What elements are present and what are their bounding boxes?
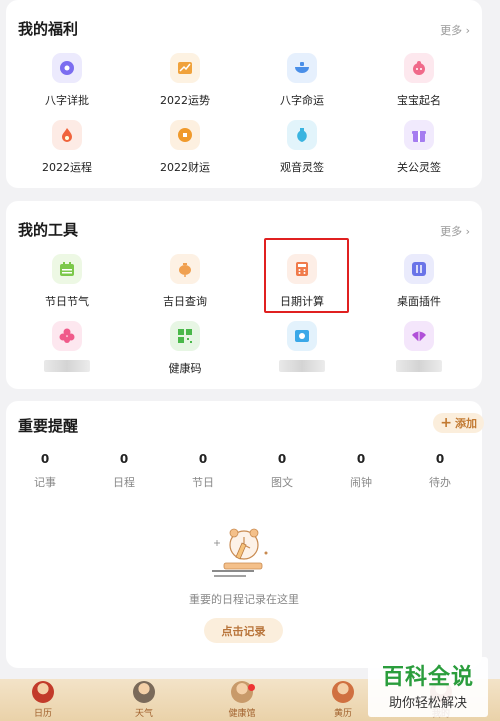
welfare-more-link[interactable]: 更多 › (440, 22, 470, 38)
tool-label-blurred (17, 360, 117, 375)
welfare-item-2[interactable]: 八字命运 (252, 53, 352, 108)
reminder-stat-3[interactable]: 0 图文 (252, 452, 312, 490)
welfare-item-1[interactable]: 2022运势 (135, 53, 235, 108)
date-calc-highlight-box (264, 238, 349, 313)
fan-icon (404, 321, 434, 351)
reminder-stat-0[interactable]: 0 记事 (15, 452, 75, 490)
tab-label: 日历 (33, 709, 52, 719)
lantern-icon (170, 254, 200, 284)
welfare-label: 观音灵签 (280, 161, 324, 174)
reminder-stat-1[interactable]: 0 日程 (94, 452, 154, 490)
tab-2[interactable]: 健康馆 (212, 681, 272, 719)
stat-count: 0 (277, 452, 287, 466)
widget-icon (404, 254, 434, 284)
avatar-monkey-icon (133, 681, 155, 703)
tool-label: 健康码 (168, 362, 202, 375)
add-reminder-button[interactable]: + 添加 (433, 413, 484, 433)
vase-icon (287, 120, 317, 150)
welfare-label: 2022运势 (160, 94, 210, 107)
stat-count: 0 (40, 452, 50, 466)
flower-icon (52, 321, 82, 351)
reminder-stat-4[interactable]: 0 闹钟 (331, 452, 391, 490)
tool-item-1[interactable]: 吉日查询 (135, 254, 235, 309)
tools-title: 我的工具 (18, 221, 79, 239)
stat-label: 待办 (429, 476, 451, 489)
tab-label: 天气 (134, 709, 153, 719)
welfare-label: 八字命运 (280, 94, 324, 107)
stat-label: 图文 (271, 476, 293, 489)
avatar-monk-icon (32, 681, 54, 703)
tool-label: 桌面插件 (397, 295, 441, 308)
tab-3[interactable]: 黄历 (313, 681, 373, 719)
bowl-icon (287, 53, 317, 83)
coin-icon (170, 120, 200, 150)
tool-item-7[interactable] (369, 321, 469, 375)
welfare-title: 我的福利 (18, 20, 79, 38)
reminder-stat-5[interactable]: 0 待办 (410, 452, 470, 490)
stat-count: 0 (119, 452, 129, 466)
welfare-item-7[interactable]: 关公灵签 (369, 120, 469, 175)
tool-item-5[interactable]: 健康码 (135, 321, 235, 376)
tab-label: 黄历 (333, 709, 352, 719)
stat-count: 0 (198, 452, 208, 466)
tab-1[interactable]: 天气 (114, 681, 174, 719)
stat-count: 0 (356, 452, 366, 466)
blurred-label (44, 360, 90, 372)
welfare-label: 八字详批 (45, 94, 89, 107)
gift-icon (404, 120, 434, 150)
tool-item-6[interactable] (252, 321, 352, 375)
baike-watermark: 百科全说 助你轻松解决 (368, 657, 488, 717)
tool-item-0[interactable]: 节日节气 (17, 254, 117, 309)
chevron-right-icon: › (465, 24, 470, 37)
reminder-stat-2[interactable]: 0 节日 (173, 452, 233, 490)
bazi-detail-icon (52, 53, 82, 83)
stat-label: 节日 (192, 476, 214, 489)
welfare-label: 2022财运 (160, 161, 210, 174)
fortune-chart-icon (170, 53, 200, 83)
notification-dot (248, 684, 255, 691)
stat-label: 记事 (34, 476, 56, 489)
watermark-main-text: 百科全说 (381, 665, 474, 690)
tool-label: 吉日查询 (163, 295, 207, 308)
welfare-item-4[interactable]: 2022运程 (17, 120, 117, 175)
blurred-label (396, 360, 442, 372)
stat-label: 闹钟 (350, 476, 372, 489)
chevron-right-icon: › (465, 225, 470, 238)
fire-icon (52, 120, 82, 150)
empty-state-text: 重要的日程记录在这里 (189, 593, 299, 606)
blurred-label (279, 360, 325, 372)
baby-icon (404, 53, 434, 83)
welfare-item-3[interactable]: 宝宝起名 (369, 53, 469, 108)
tool-label-blurred (252, 360, 352, 375)
record-button[interactable]: 点击记录 (204, 618, 283, 643)
welfare-item-6[interactable]: 观音灵签 (252, 120, 352, 175)
welfare-item-0[interactable]: 八字详批 (17, 53, 117, 108)
welfare-label: 宝宝起名 (397, 94, 441, 107)
tool-item-3[interactable]: 桌面插件 (369, 254, 469, 309)
welfare-label: 关公灵签 (397, 161, 441, 174)
tab-0[interactable]: 日历 (13, 681, 73, 719)
tool-item-4[interactable] (17, 321, 117, 375)
tool-label: 节日节气 (45, 295, 89, 308)
watermark-sub-text: 助你轻松解决 (388, 696, 467, 711)
tool-label-blurred (369, 360, 469, 375)
welfare-item-5[interactable]: 2022财运 (135, 120, 235, 175)
stat-label: 日程 (113, 476, 135, 489)
reminders-title: 重要提醒 (18, 417, 79, 435)
plus-icon: + (440, 415, 452, 431)
empty-clock-illustration (212, 528, 268, 577)
tab-label: 健康馆 (228, 709, 256, 719)
stat-count: 0 (435, 452, 445, 466)
qr-code-icon (170, 321, 200, 351)
photo-icon (287, 321, 317, 351)
welfare-label: 2022运程 (42, 161, 92, 174)
calendar-icon (52, 254, 82, 284)
avatar-elder-icon (332, 681, 354, 703)
tools-more-link[interactable]: 更多 › (440, 223, 470, 239)
